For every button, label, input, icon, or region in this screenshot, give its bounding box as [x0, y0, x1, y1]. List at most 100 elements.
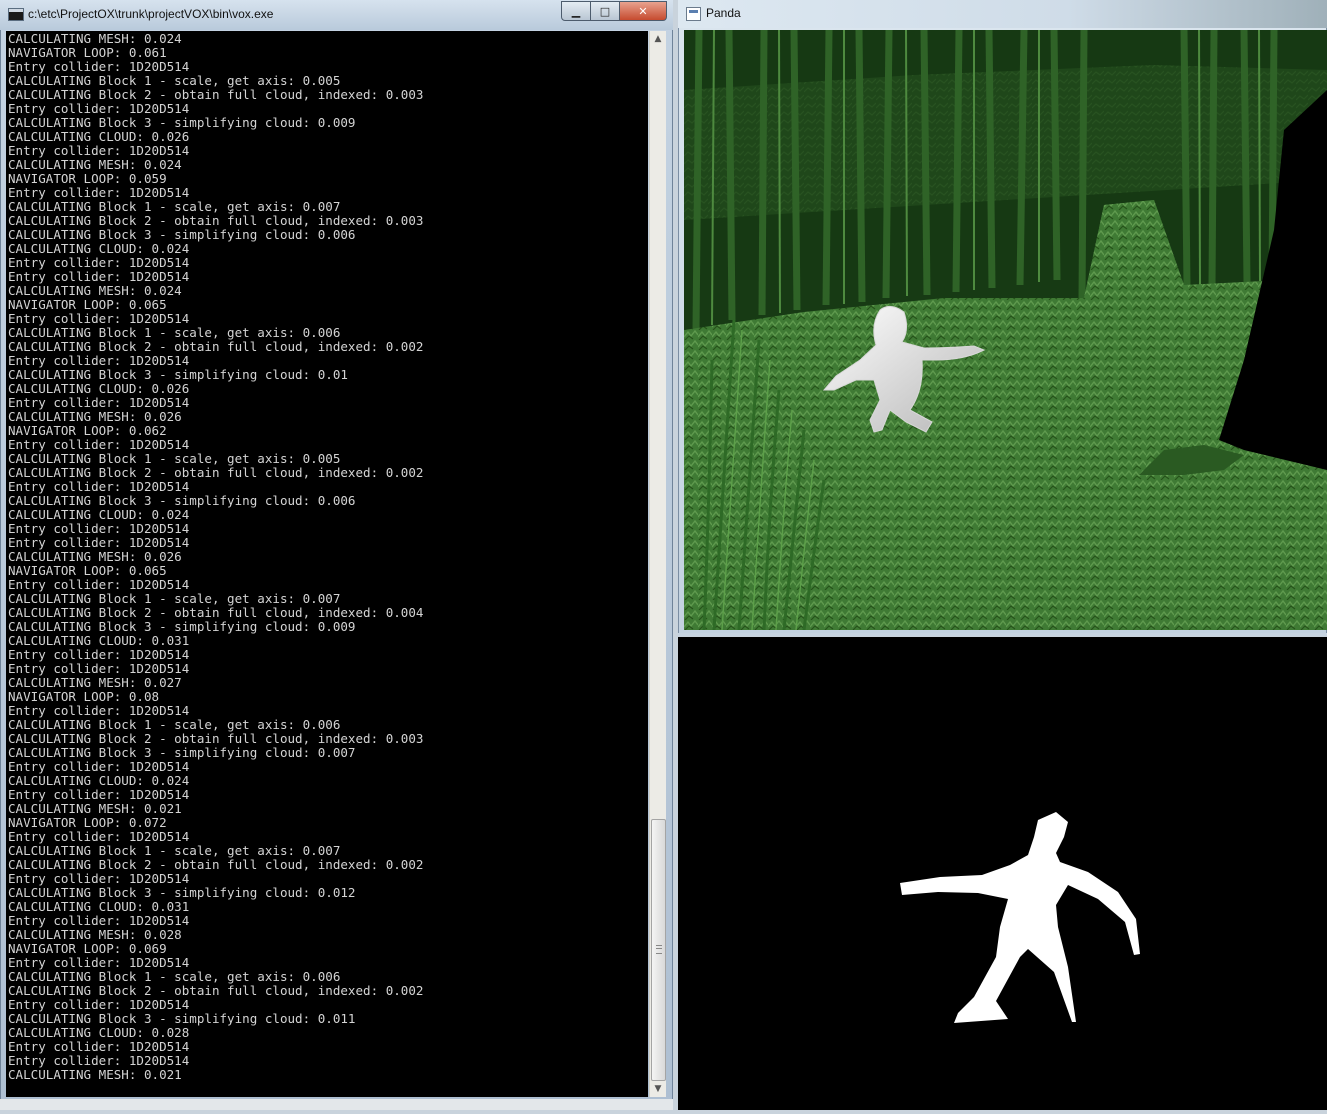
panda-window[interactable]: Panda	[678, 0, 1327, 636]
console-line: CALCULATING Block 1 - scale, get axis: 0…	[8, 969, 341, 984]
console-line: CALCULATING Block 1 - scale, get axis: 0…	[8, 325, 341, 340]
console-line: Entry collider: 1D20D514	[8, 395, 190, 410]
console-line: NAVIGATOR LOOP: 0.065	[8, 563, 167, 578]
console-line: Entry collider: 1D20D514	[8, 997, 190, 1012]
console-line: Entry collider: 1D20D514	[8, 913, 190, 928]
console-line: CALCULATING Block 3 - simplifying cloud:…	[8, 493, 356, 508]
console-line: NAVIGATOR LOOP: 0.059	[8, 171, 167, 186]
console-line: CALCULATING Block 2 - obtain full cloud,…	[8, 213, 424, 228]
console-line: CALCULATING MESH: 0.024	[8, 31, 182, 46]
maximize-button[interactable]: □	[591, 1, 620, 21]
console-line: CALCULATING CLOUD: 0.024	[8, 241, 190, 256]
console-line: CALCULATING CLOUD: 0.024	[8, 507, 190, 522]
close-icon: ✕	[638, 4, 648, 18]
console-line: Entry collider: 1D20D514	[8, 955, 190, 970]
console-line: CALCULATING Block 1 - scale, get axis: 0…	[8, 843, 341, 858]
console-line: Entry collider: 1D20D514	[8, 535, 190, 550]
console-line: CALCULATING Block 1 - scale, get axis: 0…	[8, 199, 341, 214]
console-line: Entry collider: 1D20D514	[8, 829, 190, 844]
console-line: CALCULATING Block 3 - simplifying cloud:…	[8, 745, 356, 760]
console-line: CALCULATING CLOUD: 0.031	[8, 899, 190, 914]
console-log-text: CALCULATING MESH: 0.024 NAVIGATOR LOOP: …	[6, 31, 648, 1082]
console-line: CALCULATING MESH: 0.021	[8, 1067, 182, 1082]
console-line: Entry collider: 1D20D514	[8, 871, 190, 886]
console-line: CALCULATING MESH: 0.026	[8, 409, 182, 424]
console-line: NAVIGATOR LOOP: 0.065	[8, 297, 167, 312]
console-line: CALCULATING CLOUD: 0.026	[8, 381, 190, 396]
console-line: CALCULATING Block 1 - scale, get axis: 0…	[8, 717, 341, 732]
console-output[interactable]: CALCULATING MESH: 0.024 NAVIGATOR LOOP: …	[6, 31, 648, 1097]
console-line: CALCULATING Block 1 - scale, get axis: 0…	[8, 73, 341, 88]
console-line: Entry collider: 1D20D514	[8, 661, 190, 676]
console-line: CALCULATING Block 2 - obtain full cloud,…	[8, 87, 424, 102]
console-app-icon	[8, 8, 24, 21]
console-window[interactable]: c:\etc\ProjectOX\trunk\projectVOX\bin\vo…	[0, 0, 673, 1110]
console-line: Entry collider: 1D20D514	[8, 647, 190, 662]
console-line: CALCULATING MESH: 0.026	[8, 549, 182, 564]
console-line: CALCULATING Block 3 - simplifying cloud:…	[8, 619, 356, 634]
scroll-up-arrow-icon[interactable]: ▲	[650, 31, 666, 47]
console-scrollbar[interactable]: ▲ ▼	[649, 31, 666, 1097]
silhouette-view	[678, 637, 1327, 1110]
console-line: CALCULATING CLOUD: 0.026	[8, 129, 190, 144]
console-line: Entry collider: 1D20D514	[8, 577, 190, 592]
console-titlebar[interactable]: c:\etc\ProjectOX\trunk\projectVOX\bin\vo…	[0, 0, 673, 30]
console-line: NAVIGATOR LOOP: 0.072	[8, 815, 167, 830]
console-line: CALCULATING Block 3 - simplifying cloud:…	[8, 115, 356, 130]
console-line: NAVIGATOR LOOP: 0.062	[8, 423, 167, 438]
console-line: Entry collider: 1D20D514	[8, 185, 190, 200]
console-line: CALCULATING Block 3 - simplifying cloud:…	[8, 227, 356, 242]
console-line: CALCULATING CLOUD: 0.031	[8, 633, 190, 648]
silhouette-canvas	[900, 812, 1140, 1023]
console-line: Entry collider: 1D20D514	[8, 311, 190, 326]
console-line: CALCULATING CLOUD: 0.024	[8, 773, 190, 788]
console-line: Entry collider: 1D20D514	[8, 101, 190, 116]
console-line: CALCULATING Block 1 - scale, get axis: 0…	[8, 451, 341, 466]
console-line: NAVIGATOR LOOP: 0.069	[8, 941, 167, 956]
console-line: CALCULATING MESH: 0.028	[8, 927, 182, 942]
console-line: CALCULATING MESH: 0.024	[8, 157, 182, 172]
console-line: Entry collider: 1D20D514	[8, 787, 190, 802]
console-line: CALCULATING MESH: 0.021	[8, 801, 182, 816]
console-line: Entry collider: 1D20D514	[8, 521, 190, 536]
scroll-down-arrow-icon[interactable]: ▼	[650, 1081, 666, 1097]
panda-window-title: Panda	[706, 6, 741, 20]
console-line: CALCULATING Block 3 - simplifying cloud:…	[8, 885, 356, 900]
scrollbar-thumb[interactable]	[651, 819, 666, 1081]
console-line: CALCULATING Block 3 - simplifying cloud:…	[8, 1011, 356, 1026]
console-line: CALCULATING Block 2 - obtain full cloud,…	[8, 465, 424, 480]
console-line: CALCULATING MESH: 0.024	[8, 283, 182, 298]
scrollbar-grip-icon	[656, 945, 662, 954]
console-line: Entry collider: 1D20D514	[8, 1053, 190, 1068]
console-line: CALCULATING Block 2 - obtain full cloud,…	[8, 339, 424, 354]
minimize-icon: ▁	[571, 4, 581, 18]
desktop-background	[0, 1099, 673, 1110]
console-line: CALCULATING Block 3 - simplifying cloud:…	[8, 367, 348, 382]
console-line: CALCULATING Block 2 - obtain full cloud,…	[8, 605, 424, 620]
3d-viewport[interactable]	[684, 30, 1327, 630]
console-line: Entry collider: 1D20D514	[8, 255, 190, 270]
window-controls: ▁ □ ✕	[561, 1, 667, 21]
console-line: NAVIGATOR LOOP: 0.061	[8, 45, 167, 60]
console-line: CALCULATING Block 1 - scale, get axis: 0…	[8, 591, 341, 606]
console-window-title: c:\etc\ProjectOX\trunk\projectVOX\bin\vo…	[28, 7, 274, 21]
maximize-icon: □	[599, 4, 611, 18]
window-border	[678, 633, 1327, 636]
minimize-button[interactable]: ▁	[561, 1, 591, 21]
panda-titlebar[interactable]: Panda	[678, 0, 1327, 28]
console-line: CALCULATING MESH: 0.027	[8, 675, 182, 690]
panda-app-icon	[686, 7, 701, 21]
console-line: Entry collider: 1D20D514	[8, 703, 190, 718]
console-line: Entry collider: 1D20D514	[8, 1039, 190, 1054]
console-line: Entry collider: 1D20D514	[8, 479, 190, 494]
console-line: NAVIGATOR LOOP: 0.08	[8, 689, 160, 704]
console-line: Entry collider: 1D20D514	[8, 437, 190, 452]
console-line: Entry collider: 1D20D514	[8, 759, 190, 774]
console-line: Entry collider: 1D20D514	[8, 143, 190, 158]
console-line: Entry collider: 1D20D514	[8, 59, 190, 74]
console-line: CALCULATING Block 2 - obtain full cloud,…	[8, 857, 424, 872]
console-line: Entry collider: 1D20D514	[8, 269, 190, 284]
3d-scene	[684, 30, 1327, 630]
close-button[interactable]: ✕	[620, 1, 667, 21]
body-silhouette	[900, 812, 1140, 1023]
